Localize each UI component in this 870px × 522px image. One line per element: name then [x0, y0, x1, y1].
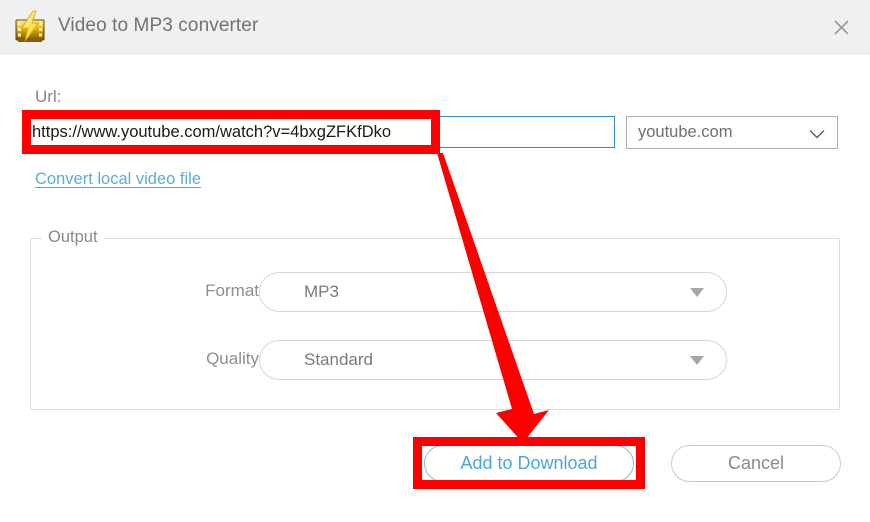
- film-lightning-icon: [12, 10, 48, 44]
- chevron-down-icon: [809, 127, 825, 145]
- quality-dropdown[interactable]: Standard: [259, 340, 727, 380]
- convert-local-video-link[interactable]: Convert local video file: [35, 170, 201, 189]
- quality-value: Standard: [304, 350, 373, 369]
- title-bar: Video to MP3 converter: [0, 0, 870, 54]
- quality-row: Quality Standard: [31, 340, 841, 380]
- format-row: Format MP3: [31, 272, 841, 312]
- output-group-box: Format MP3 Quality Standard: [30, 238, 840, 410]
- site-select-value: youtube.com: [638, 123, 733, 141]
- url-label: Url:: [35, 87, 62, 106]
- add-to-download-button[interactable]: Add to Download: [424, 445, 634, 482]
- video-to-mp3-converter-window: Video to MP3 converter Url: youtube.com …: [0, 0, 870, 522]
- format-label: Format: [205, 281, 259, 300]
- quality-label: Quality: [206, 349, 259, 368]
- text-caret: [431, 120, 433, 144]
- window-title: Video to MP3 converter: [58, 15, 259, 36]
- close-icon[interactable]: [818, 6, 864, 48]
- site-select[interactable]: youtube.com: [626, 116, 838, 149]
- output-group-legend: Output: [42, 228, 104, 247]
- url-input[interactable]: [26, 116, 615, 148]
- format-value: MP3: [304, 282, 339, 301]
- triangle-down-icon: [690, 288, 704, 297]
- triangle-down-icon: [690, 356, 704, 365]
- cancel-button[interactable]: Cancel: [671, 445, 841, 482]
- format-dropdown[interactable]: MP3: [259, 272, 727, 312]
